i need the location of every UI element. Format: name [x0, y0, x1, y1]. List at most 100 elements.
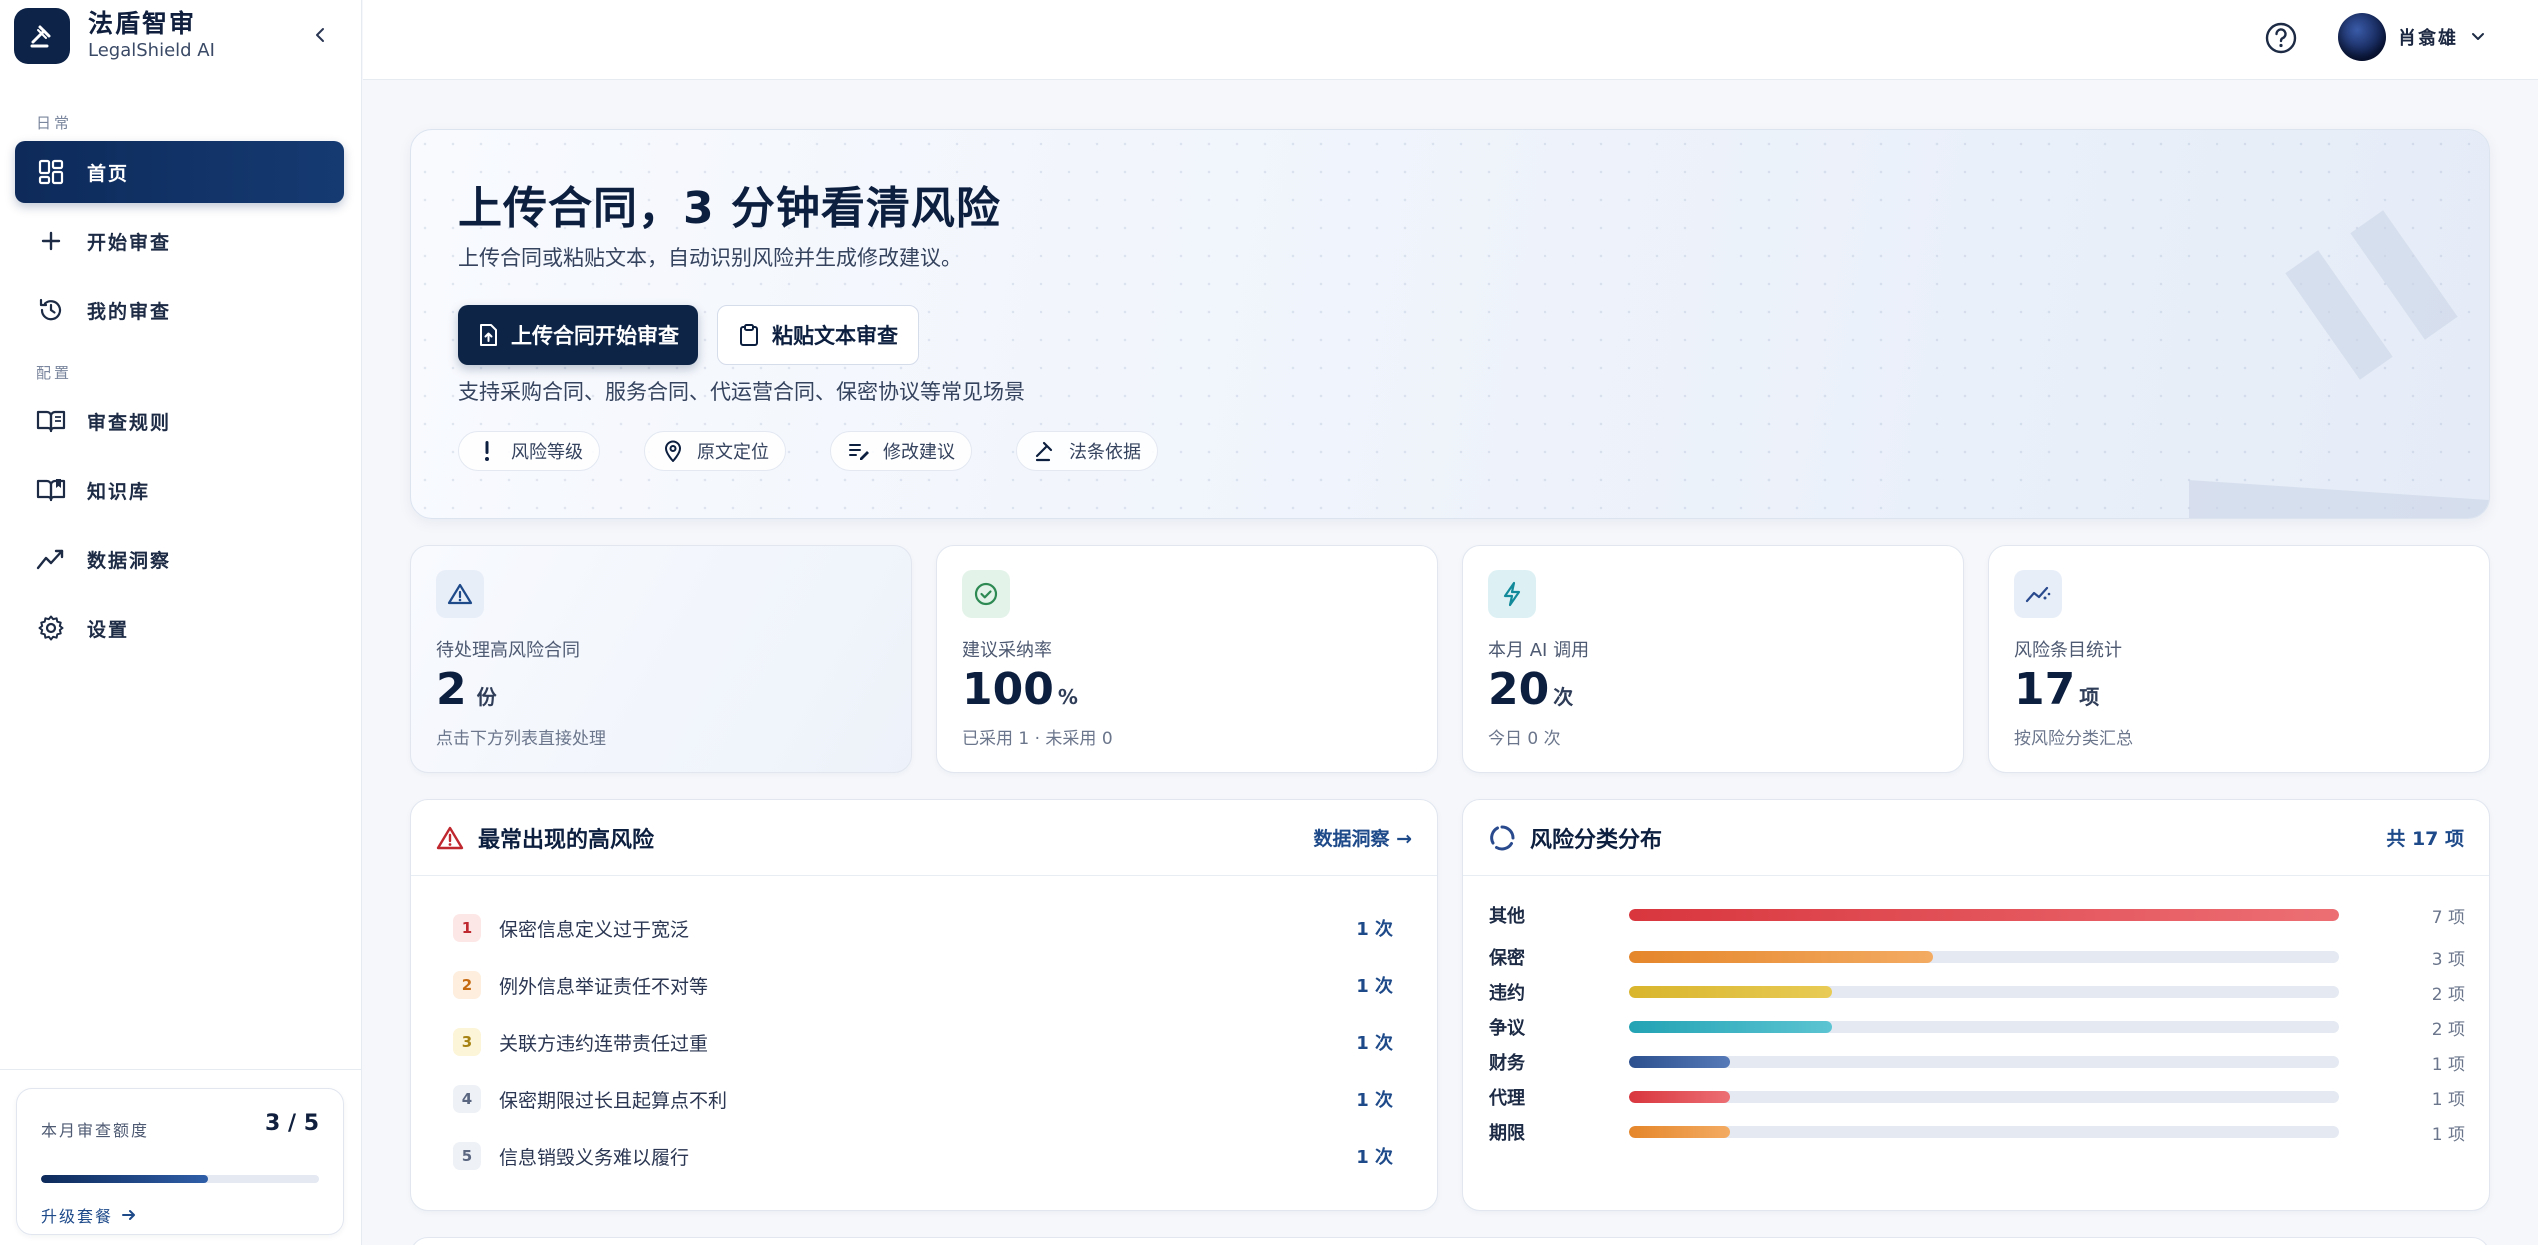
user-name: 肖翕雄	[2398, 28, 2458, 49]
next-section-card	[410, 1237, 2490, 1245]
risk-title: 信息销毁义务难以履行	[499, 1146, 690, 1169]
avatar	[2338, 13, 2386, 61]
list-item[interactable]: 1 保密信息定义过于宽泛 1 次	[453, 908, 1393, 948]
stat-label: 待处理高风险合同	[436, 640, 580, 661]
edit-lines-icon	[845, 437, 873, 465]
category-bar-track	[1629, 1056, 2339, 1068]
stat-note: 已采用 1 · 未采用 0	[962, 729, 1113, 749]
stat-note: 今日 0 次	[1488, 729, 1561, 749]
quota-progress-fill	[41, 1175, 208, 1183]
quota-value: 3 / 5	[265, 1111, 319, 1136]
brand[interactable]: 法盾智审 LegalShield AI	[14, 8, 348, 64]
risk-count: 1 次	[1356, 1090, 1393, 1111]
donut-chart-icon	[1490, 825, 1515, 850]
dashboard-icon	[35, 156, 67, 188]
category-name: 保密	[1489, 948, 1525, 969]
category-bar-track	[1629, 1126, 2339, 1138]
topbar: 肖翕雄	[363, 0, 2538, 80]
clipboard-icon	[740, 324, 758, 346]
sidebar-item-my-reviews[interactable]: 我的审查	[15, 279, 344, 341]
sidebar-item-label: 审查规则	[87, 411, 172, 434]
history-icon	[35, 294, 67, 326]
feature-chip-source-location: 原文定位	[644, 431, 786, 471]
stat-note: 点击下方列表直接处理	[436, 729, 606, 749]
sidebar-item-label: 设置	[87, 618, 130, 641]
stat-unit: 次	[1553, 685, 1574, 709]
category-bar-track	[1629, 1091, 2339, 1103]
category-name: 财务	[1489, 1053, 1525, 1074]
distribution-row: 其他 7 项	[1489, 900, 2465, 930]
upgrade-plan-label: 升级套餐	[41, 1207, 114, 1226]
brand-title: 法盾智审	[88, 9, 197, 38]
sidebar-item-knowledge-base[interactable]: 知识库	[15, 459, 344, 521]
stat-number: 2	[436, 664, 467, 715]
sidebar-item-review-rules[interactable]: 审查规则	[15, 390, 344, 452]
list-item[interactable]: 3 关联方违约连带责任过重 1 次	[453, 1022, 1393, 1062]
risk-distribution-panel: 风险分类分布 共 17 项 其他 7 项保密 3 项违约 2 项争议 2 项财务 1 项代…	[1462, 799, 2490, 1211]
stat-unit: 份	[476, 685, 497, 709]
sidebar-item-label: 我的审查	[87, 300, 172, 323]
panel-header: 风险分类分布	[1463, 800, 2489, 876]
category-count: 1 项	[2431, 1089, 2465, 1110]
brand-subtitle: LegalShield AI	[88, 40, 215, 61]
collapse-sidebar-button[interactable]	[305, 20, 335, 50]
sparkline-icon	[2014, 570, 2062, 618]
distribution-row: 财务 1 项	[1489, 1047, 2465, 1077]
sidebar-item-label: 开始审查	[87, 231, 172, 254]
category-count: 2 项	[2431, 984, 2465, 1005]
gavel-icon	[1031, 437, 1059, 465]
stat-value: 100%	[962, 664, 1078, 715]
hero-banner: 上传合同，3 分钟看清风险 上传合同或粘贴文本，自动识别风险并生成修改建议。 上…	[410, 129, 2490, 519]
category-count: 2 项	[2431, 1019, 2465, 1040]
location-pin-icon	[659, 437, 687, 465]
stat-card-high-risk-pending[interactable]: 待处理高风险合同 2份 点击下方列表直接处理	[410, 545, 912, 773]
stat-card-risk-items: 风险条目统计 17 项 按风险分类汇总	[1988, 545, 2490, 773]
category-bar-fill	[1629, 1126, 1731, 1138]
upgrade-plan-link[interactable]: 升级套餐	[41, 1203, 137, 1227]
stat-unit: %	[1057, 685, 1078, 709]
book-icon	[35, 405, 67, 437]
sidebar-item-settings[interactable]: 设置	[15, 597, 344, 659]
gavel-logo-icon	[14, 8, 70, 64]
paste-text-button[interactable]: 粘贴文本审查	[717, 305, 919, 365]
exclamation-icon	[473, 437, 501, 465]
quota-card: 本月审查额度 3 / 5 升级套餐	[16, 1088, 344, 1235]
risk-count: 1 次	[1356, 1147, 1393, 1168]
user-menu[interactable]: 肖翕雄	[2338, 12, 2486, 62]
sidebar-item-home[interactable]: 首页	[15, 141, 344, 203]
category-bar-track	[1629, 909, 2339, 921]
risk-title: 保密信息定义过于宽泛	[499, 918, 690, 941]
list-item[interactable]: 2 例外信息举证责任不对等 1 次	[453, 965, 1393, 1005]
quota-label: 本月审查额度	[41, 1121, 150, 1140]
rank-badge: 5	[453, 1142, 481, 1170]
feature-chip-risk-level: 风险等级	[458, 431, 600, 471]
help-button[interactable]	[2263, 20, 2299, 56]
total-count-link[interactable]: 共 17 项	[2386, 824, 2464, 851]
feature-chip-label: 风险等级	[511, 442, 583, 463]
stat-number: 17	[2014, 664, 2076, 715]
sidebar-item-data-insights[interactable]: 数据洞察	[15, 528, 344, 590]
hero-subtitle: 上传合同或粘贴文本，自动识别风险并生成修改建议。	[458, 246, 962, 270]
upload-contract-button[interactable]: 上传合同开始审查	[458, 305, 698, 365]
alert-triangle-icon	[436, 826, 464, 849]
sidebar-item-start-review[interactable]: 开始审查	[15, 210, 344, 272]
distribution-row: 保密 3 项	[1489, 942, 2465, 972]
stat-label: 本月 AI 调用	[1488, 640, 1590, 661]
distribution-row: 争议 2 项	[1489, 1012, 2465, 1042]
stat-number: 20	[1488, 664, 1550, 715]
data-insights-link[interactable]: 数据洞察 →	[1313, 824, 1412, 851]
feature-chip-legal-basis: 法条依据	[1016, 431, 1158, 471]
stat-card-adoption-rate: 建议采纳率 100% 已采用 1 · 未采用 0	[936, 545, 1438, 773]
plus-icon	[35, 225, 67, 257]
list-item[interactable]: 5 信息销毁义务难以履行 1 次	[453, 1136, 1393, 1176]
rank-badge: 2	[453, 971, 481, 999]
stat-label: 建议采纳率	[962, 640, 1052, 661]
risk-title: 保密期限过长且起算点不利	[499, 1089, 728, 1112]
category-bar-track	[1629, 986, 2339, 998]
sidebar-item-label: 知识库	[87, 480, 151, 503]
feature-chip-label: 原文定位	[697, 442, 769, 463]
list-item[interactable]: 4 保密期限过长且起算点不利 1 次	[453, 1079, 1393, 1119]
hero-title: 上传合同，3 分钟看清风险	[458, 183, 1001, 234]
risk-count: 1 次	[1356, 919, 1393, 940]
sidebar: 法盾智审 LegalShield AI 日常 首页 开始审查 我的审查 配置 审…	[0, 0, 362, 1245]
